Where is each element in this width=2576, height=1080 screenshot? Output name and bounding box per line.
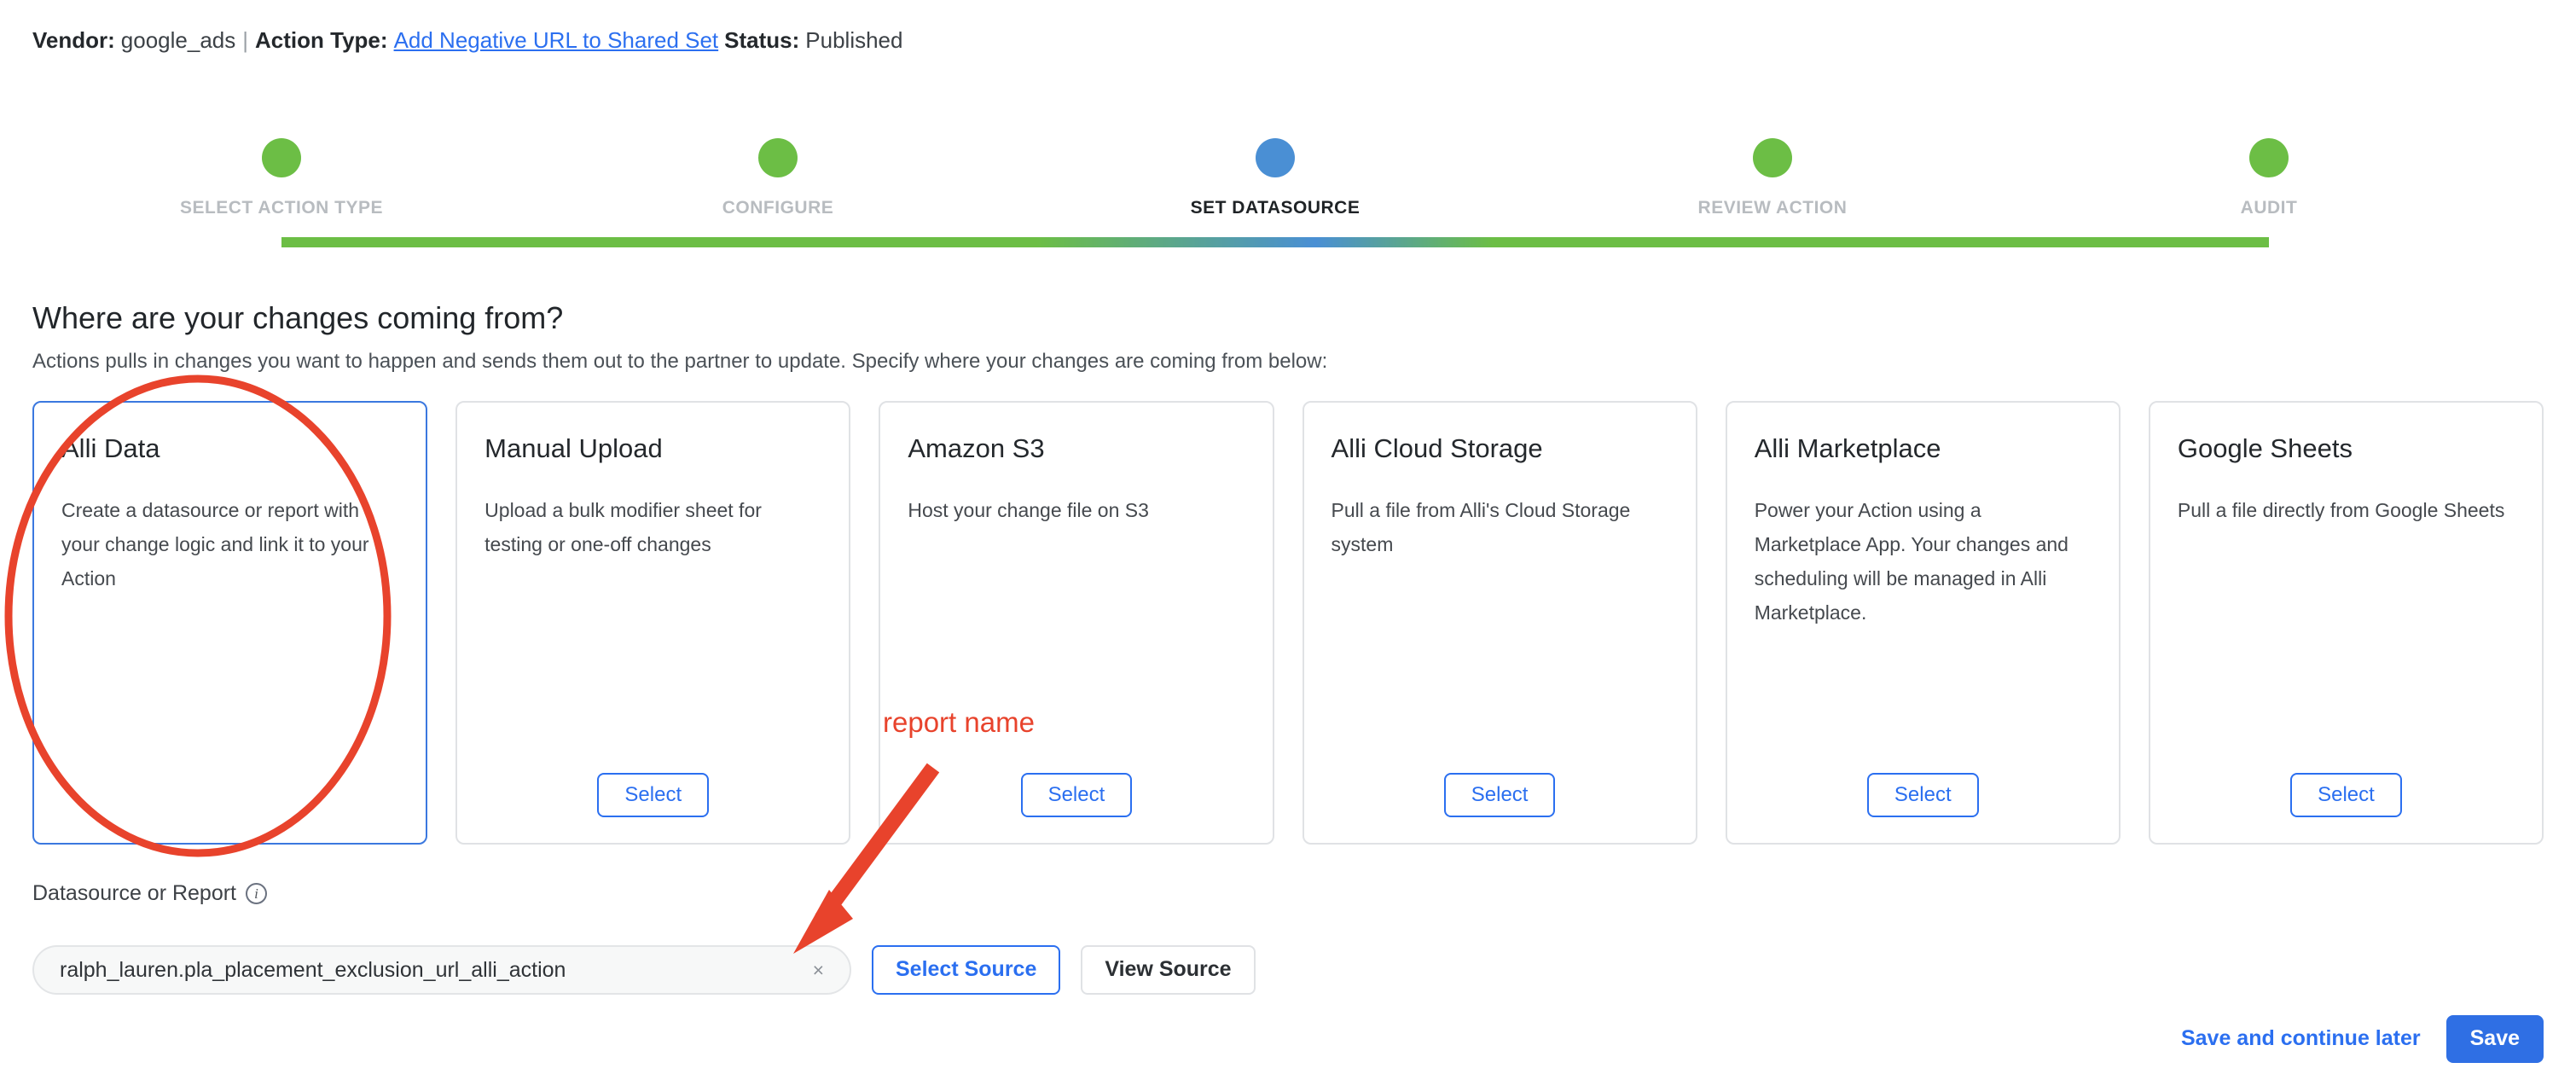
- stepper-step-configure[interactable]: CONFIGURE: [607, 102, 949, 218]
- action-type-link[interactable]: Add Negative URL to Shared Set: [394, 27, 719, 53]
- track-segment-3: [1314, 237, 1494, 247]
- card-description: Pull a file directly from Google Sheets: [2177, 498, 2505, 521]
- stepper-step-label: SELECT ACTION TYPE: [179, 198, 384, 218]
- save-and-continue-later-button[interactable]: Save and continue later: [2181, 1026, 2421, 1051]
- stepper-dot: [2249, 138, 2289, 177]
- view-source-button[interactable]: View Source: [1081, 945, 1256, 995]
- card-footer: Select: [2178, 772, 2515, 817]
- stepper-track: [281, 237, 2269, 247]
- card-footer: Select: [484, 772, 821, 817]
- progress-stepper: SELECT ACTION TYPE CONFIGURE SET DATASOURC…: [0, 102, 2576, 247]
- select-button[interactable]: Select: [1866, 772, 1979, 817]
- select-button[interactable]: Select: [1443, 772, 1556, 817]
- datasource-card-alli-cloud-storage[interactable]: Alli Cloud Storage Pull a file from Alli'…: [1302, 401, 1697, 845]
- datasource-card-alli-data[interactable]: Alli Data Create a datasource or report w…: [32, 401, 428, 845]
- vendor-value: google_ads: [120, 27, 236, 53]
- track-segment-4: [1494, 237, 2269, 247]
- select-button[interactable]: Select: [1020, 772, 1133, 817]
- card-description: Pull a file from Alli's Cloud Storage sy…: [1331, 498, 1631, 555]
- stepper-step-label: CONFIGURE: [722, 198, 834, 218]
- stepper-step-label: REVIEW ACTION: [1697, 198, 1848, 218]
- page-subtitle: Actions pulls in changes you want to hap…: [32, 350, 1328, 373]
- card-footer: Select: [1755, 772, 2092, 817]
- datasource-field-label: Datasource or Report i: [32, 881, 268, 906]
- stepper-step-set-datasource[interactable]: SET DATASOURCE: [1105, 102, 1446, 218]
- status-label: Status:: [724, 27, 800, 53]
- card-description: Host your change file on S3: [908, 498, 1149, 521]
- card-title: Google Sheets: [2177, 433, 2353, 463]
- select-button[interactable]: Select: [2290, 772, 2402, 817]
- annotation-label-report-name: report name: [883, 706, 1035, 738]
- card-title: Amazon S3: [908, 433, 1045, 463]
- info-icon[interactable]: i: [246, 883, 268, 904]
- track-segment-1: [281, 237, 1037, 247]
- datasource-card-alli-marketplace[interactable]: Alli Marketplace Power your Action using …: [1725, 401, 2121, 845]
- stepper-step-label: SET DATASOURCE: [1190, 198, 1361, 218]
- card-footer: Select: [1332, 772, 1668, 817]
- stepper-dot: [1256, 138, 1295, 177]
- card-description: Create a datasource or report with your …: [61, 498, 369, 590]
- stepper-step-select-action-type[interactable]: SELECT ACTION TYPE: [111, 102, 452, 218]
- card-title: Alli Marketplace: [1754, 433, 1941, 463]
- datasource-label-text: Datasource or Report: [32, 881, 237, 905]
- datasource-controls-row: ralph_lauren.pla_placement_exclusion_url…: [32, 945, 1256, 995]
- close-icon[interactable]: ×: [809, 959, 827, 982]
- page-title: Where are your changes coming from?: [32, 300, 564, 335]
- status-value: Published: [805, 27, 903, 53]
- stepper-items: SELECT ACTION TYPE CONFIGURE SET DATASOURC…: [0, 102, 2576, 218]
- datasource-options-grid: Alli Data Create a datasource or report w…: [32, 401, 2544, 845]
- datasource-card-amazon-s3[interactable]: Amazon S3 Host your change file on S3 Sele…: [879, 401, 1274, 845]
- action-type-label: Action Type:: [255, 27, 388, 53]
- datasource-chip[interactable]: ralph_lauren.pla_placement_exclusion_url…: [32, 945, 851, 995]
- select-source-button[interactable]: Select Source: [872, 945, 1061, 995]
- track-segment-2: [1036, 237, 1315, 247]
- action-meta-bar: Vendor: google_ads | Action Type: Add Negati…: [32, 27, 902, 54]
- stepper-dot: [758, 138, 798, 177]
- datasource-card-manual-upload[interactable]: Manual Upload Upload a bulk modifier shee…: [455, 401, 851, 845]
- stepper-step-label: AUDIT: [2240, 198, 2298, 218]
- stepper-dot: [262, 138, 301, 177]
- select-button[interactable]: Select: [597, 772, 710, 817]
- save-button[interactable]: Save: [2445, 1015, 2544, 1063]
- card-title: Alli Data: [61, 433, 160, 463]
- card-title: Manual Upload: [484, 433, 663, 463]
- card-description: Upload a bulk modifier sheet for testing…: [484, 498, 762, 555]
- datasource-chip-label: ralph_lauren.pla_placement_exclusion_url…: [60, 957, 566, 982]
- card-description: Power your Action using a Marketplace Ap…: [1754, 498, 2068, 624]
- stepper-step-audit[interactable]: AUDIT: [2098, 102, 2440, 218]
- vendor-label: Vendor:: [32, 27, 115, 53]
- stepper-step-review-action[interactable]: REVIEW ACTION: [1602, 102, 1943, 218]
- card-footer: Select: [908, 772, 1244, 817]
- stepper-dot: [1753, 138, 1792, 177]
- meta-divider: |: [242, 27, 249, 53]
- footer-actions: Save and continue later Save: [2181, 1015, 2544, 1063]
- card-title: Alli Cloud Storage: [1331, 433, 1543, 463]
- datasource-card-google-sheets[interactable]: Google Sheets Pull a file directly from G…: [2148, 401, 2544, 845]
